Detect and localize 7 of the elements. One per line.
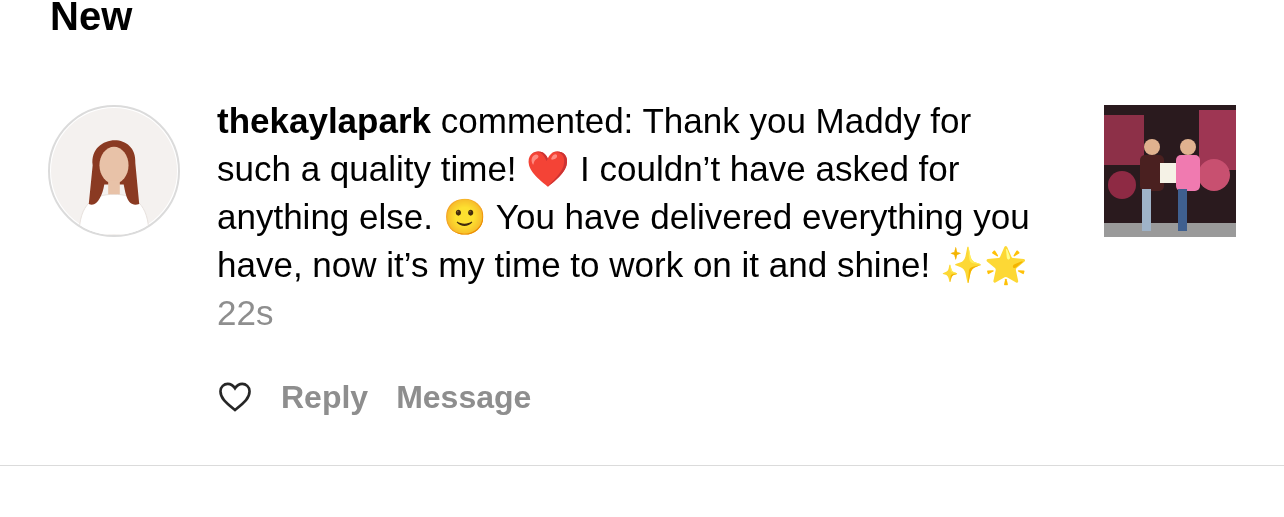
heart-icon[interactable] bbox=[217, 381, 253, 413]
comment-text: thekaylapark commented: Thank you Maddy for such a quality time! ❤ I couldn’t have asked for anything else. 🙂 You have delivered everything you have, now it’s my time to work on it and shine! ✨🌟 22s bbox=[217, 100, 1031, 334]
section-title: New bbox=[50, 0, 134, 38]
reply-button[interactable]: Reply bbox=[281, 373, 369, 421]
message-button[interactable]: Message bbox=[396, 373, 532, 421]
timestamp: 22s bbox=[217, 293, 274, 332]
avatar[interactable] bbox=[48, 105, 180, 237]
